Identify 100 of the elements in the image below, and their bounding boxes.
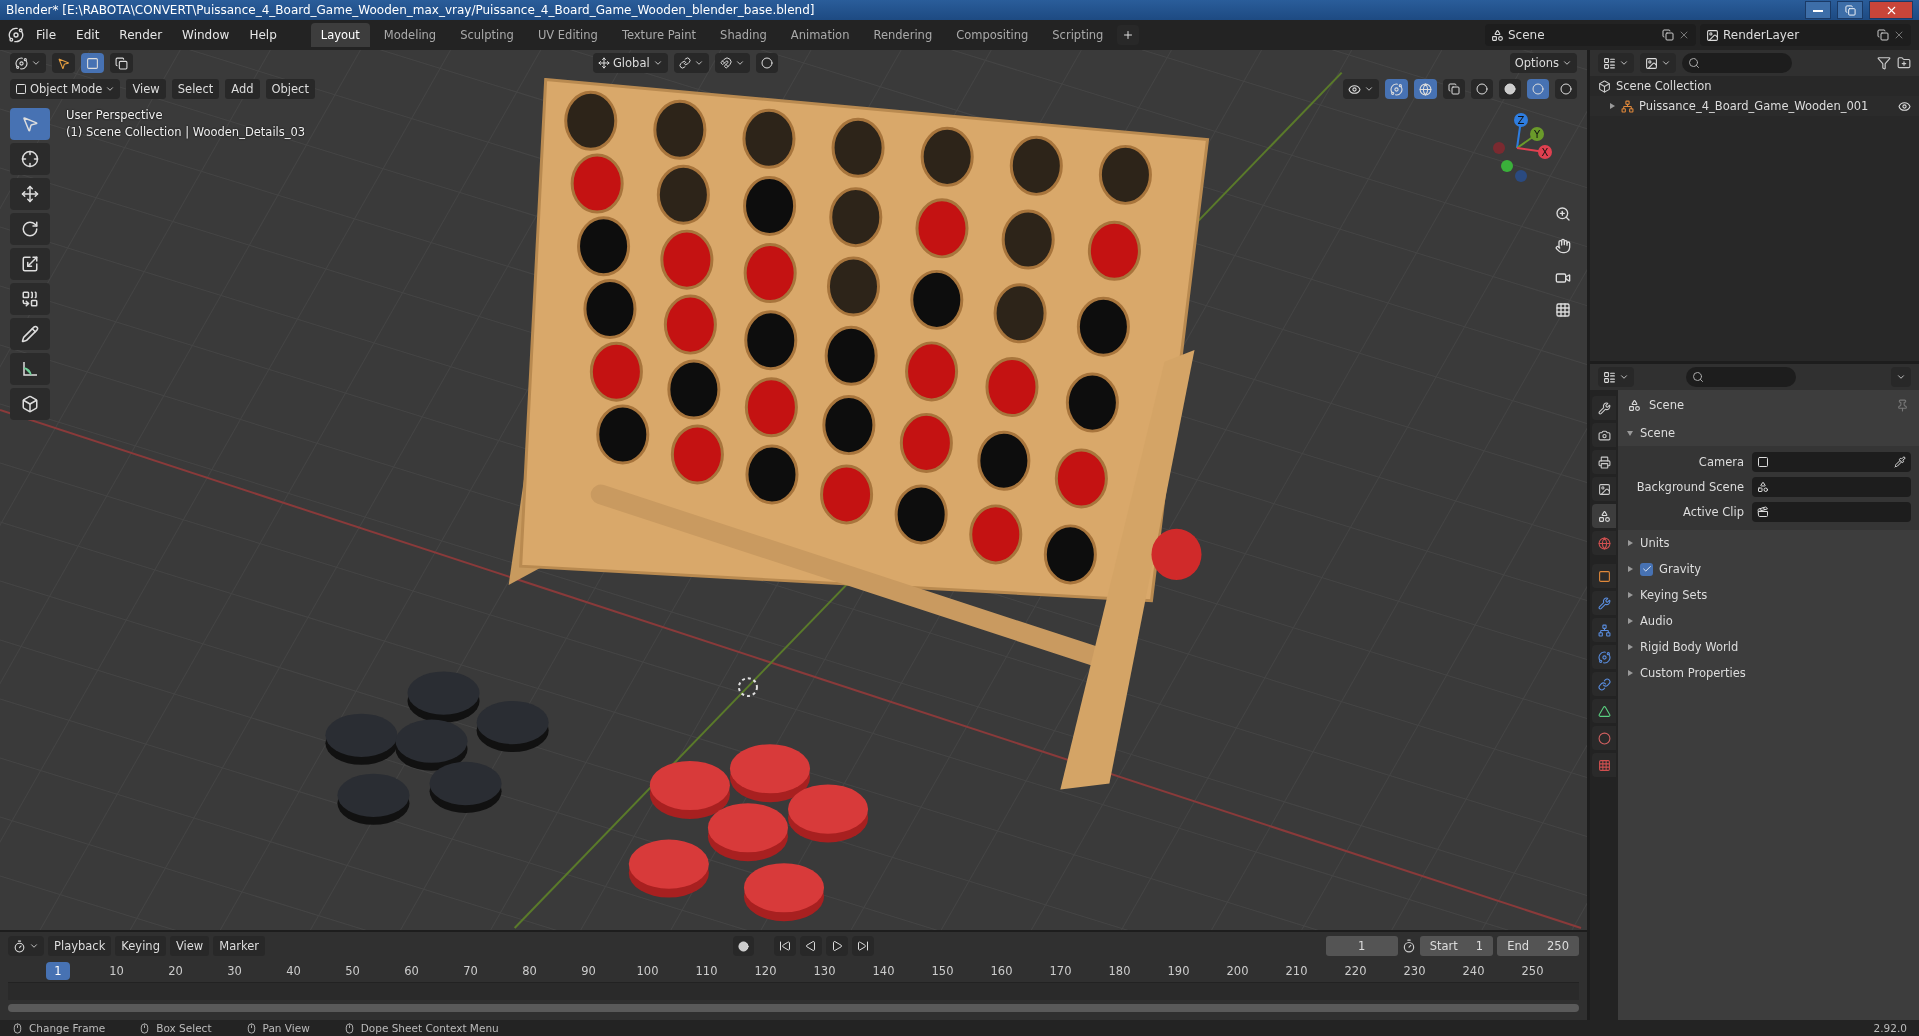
viewport-menu[interactable]: Select <box>171 79 220 99</box>
pin-icon[interactable] <box>1896 398 1909 412</box>
end-frame-field[interactable]: End 250 <box>1497 936 1579 956</box>
disclosure-triangle-icon[interactable] <box>1626 590 1634 599</box>
select-mode-button[interactable] <box>81 53 104 73</box>
properties-tab[interactable] <box>1592 477 1616 501</box>
object-field[interactable] <box>1752 477 1911 497</box>
display-mode-button[interactable] <box>1640 53 1676 73</box>
minimize-button[interactable] <box>1805 1 1831 19</box>
tool-button[interactable] <box>10 248 50 280</box>
record-button[interactable] <box>733 936 754 956</box>
timeline-menu[interactable]: Marker <box>213 936 265 956</box>
section-header[interactable]: Keying Sets <box>1618 582 1919 608</box>
shading-button[interactable] <box>1499 79 1521 99</box>
timeline-menu[interactable]: View <box>169 936 210 956</box>
close-icon[interactable] <box>1893 29 1905 41</box>
editor-type-button[interactable] <box>8 936 44 956</box>
panel-header[interactable]: Scene <box>1618 420 1919 446</box>
viewport-menu[interactable]: View <box>126 79 166 99</box>
menu-item[interactable]: Help <box>241 25 285 45</box>
snap-button[interactable] <box>714 53 750 73</box>
add-workspace-button[interactable] <box>1117 25 1140 45</box>
timeline-menu[interactable]: Playback <box>48 936 112 956</box>
editor-type-button[interactable] <box>1598 53 1634 73</box>
play-button[interactable] <box>826 936 848 956</box>
current-frame-marker[interactable]: 1 <box>46 962 70 980</box>
copy-icon[interactable] <box>1877 29 1889 41</box>
orientation-dropdown[interactable]: Global <box>592 53 668 73</box>
axis-gizmo[interactable]: Z Y X <box>1487 108 1567 188</box>
workspace-tab[interactable]: Scripting <box>1042 23 1114 47</box>
editor-type-button[interactable] <box>10 53 46 73</box>
section-header[interactable]: Rigid Body World <box>1618 634 1919 660</box>
section-header[interactable]: Units <box>1618 530 1919 556</box>
play-reverse-button[interactable] <box>800 936 822 956</box>
properties-tab[interactable] <box>1592 618 1616 642</box>
tool-button[interactable] <box>10 318 50 350</box>
object-field[interactable] <box>1752 452 1911 472</box>
copy-icon[interactable] <box>1662 29 1674 41</box>
workspace-tab[interactable]: Compositing <box>946 23 1039 47</box>
search-field[interactable] <box>1686 367 1796 387</box>
menu-item[interactable]: Window <box>174 25 238 45</box>
workspace-tab[interactable]: Modeling <box>373 23 447 47</box>
tool-button[interactable] <box>10 213 50 245</box>
select-tool-button[interactable] <box>52 53 75 73</box>
properties-tab[interactable] <box>1592 423 1616 447</box>
disclosure-triangle-icon[interactable] <box>1626 642 1634 651</box>
restore-button[interactable] <box>1837 1 1863 19</box>
workspace-tab[interactable]: Shading <box>710 23 777 47</box>
select-mode-button[interactable] <box>110 53 133 73</box>
properties-tab[interactable] <box>1592 564 1616 588</box>
object-field[interactable] <box>1752 502 1911 522</box>
stopwatch-icon[interactable] <box>1401 939 1416 953</box>
view-layer-selector[interactable]: RenderLayer <box>1700 24 1911 46</box>
eyedropper-icon[interactable] <box>1894 456 1906 468</box>
eye-icon[interactable] <box>1898 99 1911 113</box>
workspace-tab[interactable]: Texture Paint <box>611 23 707 47</box>
disclosure-triangle-icon[interactable] <box>1626 668 1634 677</box>
section-header[interactable]: Gravity <box>1618 556 1919 582</box>
3d-viewport[interactable]: Global Options Object Mode View Select Add Object User Perspective (1) Scene Collection | Wooden_Details_03 Z Y X <box>0 50 1587 930</box>
tool-button[interactable] <box>10 178 50 210</box>
tool-button[interactable] <box>10 143 50 175</box>
properties-tab[interactable] <box>1592 396 1616 420</box>
gizmo-button[interactable] <box>1385 79 1408 99</box>
visibility-button[interactable] <box>1343 79 1379 99</box>
start-frame-field[interactable]: Start 1 <box>1419 936 1494 956</box>
app-logo-icon[interactable] <box>8 27 24 43</box>
search-field[interactable] <box>1682 53 1792 73</box>
disclosure-triangle-icon[interactable] <box>1608 101 1616 110</box>
shading-button[interactable] <box>1555 79 1577 99</box>
properties-tab[interactable] <box>1592 699 1616 723</box>
disclosure-triangle-icon[interactable] <box>1626 538 1634 547</box>
close-icon[interactable] <box>1678 29 1690 41</box>
jump-end-button[interactable] <box>852 936 874 956</box>
tool-button[interactable] <box>10 283 50 315</box>
shading-button[interactable] <box>1527 79 1549 99</box>
scene-selector[interactable]: Scene <box>1485 24 1696 46</box>
tool-button[interactable] <box>10 388 50 420</box>
properties-tab[interactable] <box>1592 504 1616 528</box>
menu-item[interactable]: File <box>28 25 65 45</box>
shading-button[interactable] <box>1471 79 1493 99</box>
disclosure-triangle-icon[interactable] <box>1626 616 1634 625</box>
workspace-tab[interactable]: Rendering <box>863 23 943 47</box>
workspace-tab[interactable]: Animation <box>780 23 860 47</box>
overlay-button[interactable] <box>1414 79 1437 99</box>
xray-button[interactable] <box>1443 79 1465 99</box>
properties-tab[interactable] <box>1592 450 1616 474</box>
jump-start-button[interactable] <box>774 936 796 956</box>
section-header[interactable]: Audio <box>1618 608 1919 634</box>
proportional-edit-button[interactable] <box>755 53 778 73</box>
disclosure-triangle-icon[interactable] <box>1626 428 1634 437</box>
mode-dropdown[interactable]: Object Mode <box>10 79 121 99</box>
properties-tab[interactable] <box>1592 672 1616 696</box>
filter-icon[interactable] <box>1877 56 1891 70</box>
timeline-menu[interactable]: Keying <box>115 936 166 956</box>
section-header[interactable]: Custom Properties <box>1618 660 1919 686</box>
current-frame-field[interactable]: 1 <box>1325 936 1398 956</box>
properties-tab[interactable] <box>1592 645 1616 669</box>
tool-button[interactable] <box>10 353 50 385</box>
workspace-tab[interactable]: Layout <box>310 23 370 47</box>
scrollbar[interactable] <box>8 1004 1579 1012</box>
